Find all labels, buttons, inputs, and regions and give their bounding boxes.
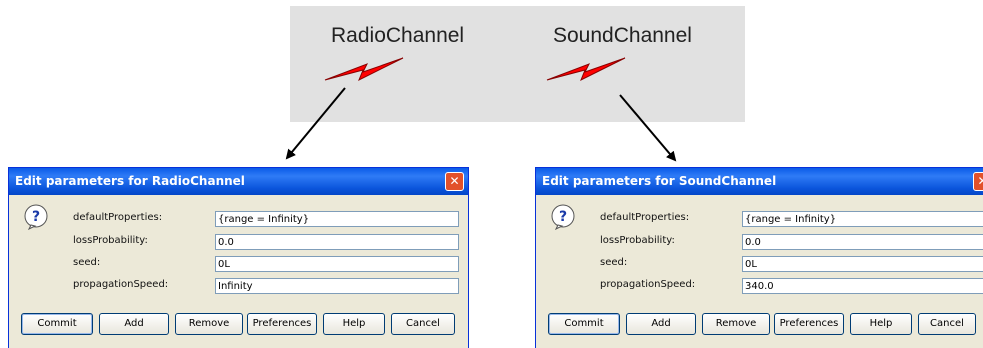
preferences-button[interactable]: Preferences [774,313,844,335]
preferences-button[interactable]: Preferences [247,313,317,335]
param-label-loss-probability: lossProbability: [73,235,148,246]
svg-text:?: ? [559,209,567,225]
param-label-propagation-speed: propagationSpeed: [600,279,696,290]
question-icon: ? [551,204,575,230]
svg-text:?: ? [32,209,40,225]
add-button[interactable]: Add [99,313,169,335]
dialog-titlebar[interactable]: Edit parameters for RadioChannel ✕ [9,168,468,195]
dialog-title: Edit parameters for SoundChannel [542,174,777,188]
seed-field[interactable]: 0L [215,256,459,272]
cancel-button[interactable]: Cancel [918,313,976,335]
loss-probability-field[interactable]: 0.0 [215,234,459,250]
propagation-speed-field[interactable]: 340.0 [742,278,983,294]
dialog-title: Edit parameters for RadioChannel [15,174,245,188]
sound-channel-dialog: Edit parameters for SoundChannel ✕ ? def… [535,167,983,348]
dialog-titlebar[interactable]: Edit parameters for SoundChannel ✕ [536,168,983,195]
question-icon: ? [24,204,48,230]
arrow-to-sound-dialog [619,94,677,162]
add-button[interactable]: Add [626,313,696,335]
param-label-default-properties: defaultProperties: [600,212,690,223]
param-label-seed: seed: [600,257,628,268]
button-row: Commit Add Remove Preferences Help Cance… [15,313,462,335]
param-label-propagation-speed: propagationSpeed: [73,279,169,290]
radio-channel-dialog: Edit parameters for RadioChannel ✕ ? def… [8,167,469,348]
button-row: Commit Add Remove Preferences Help Cance… [542,313,978,335]
param-label-default-properties: defaultProperties: [73,212,163,223]
remove-button[interactable]: Remove [702,313,770,335]
loss-probability-field[interactable]: 0.0 [742,234,983,250]
cancel-button[interactable]: Cancel [391,313,455,335]
close-button[interactable]: ✕ [973,172,983,191]
seed-field[interactable]: 0L [742,256,983,272]
remove-button[interactable]: Remove [175,313,243,335]
default-properties-field[interactable]: {range = Infinity} [215,211,459,227]
commit-button[interactable]: Commit [21,313,93,335]
close-button[interactable]: ✕ [445,172,464,191]
help-button[interactable]: Help [850,313,912,335]
default-properties-field[interactable]: {range = Infinity} [742,211,983,227]
arrow-to-radio-dialog [285,87,346,160]
param-label-loss-probability: lossProbability: [600,235,675,246]
commit-button[interactable]: Commit [548,313,620,335]
param-label-seed: seed: [73,257,101,268]
help-button[interactable]: Help [323,313,385,335]
propagation-speed-field[interactable]: Infinity [215,278,459,294]
